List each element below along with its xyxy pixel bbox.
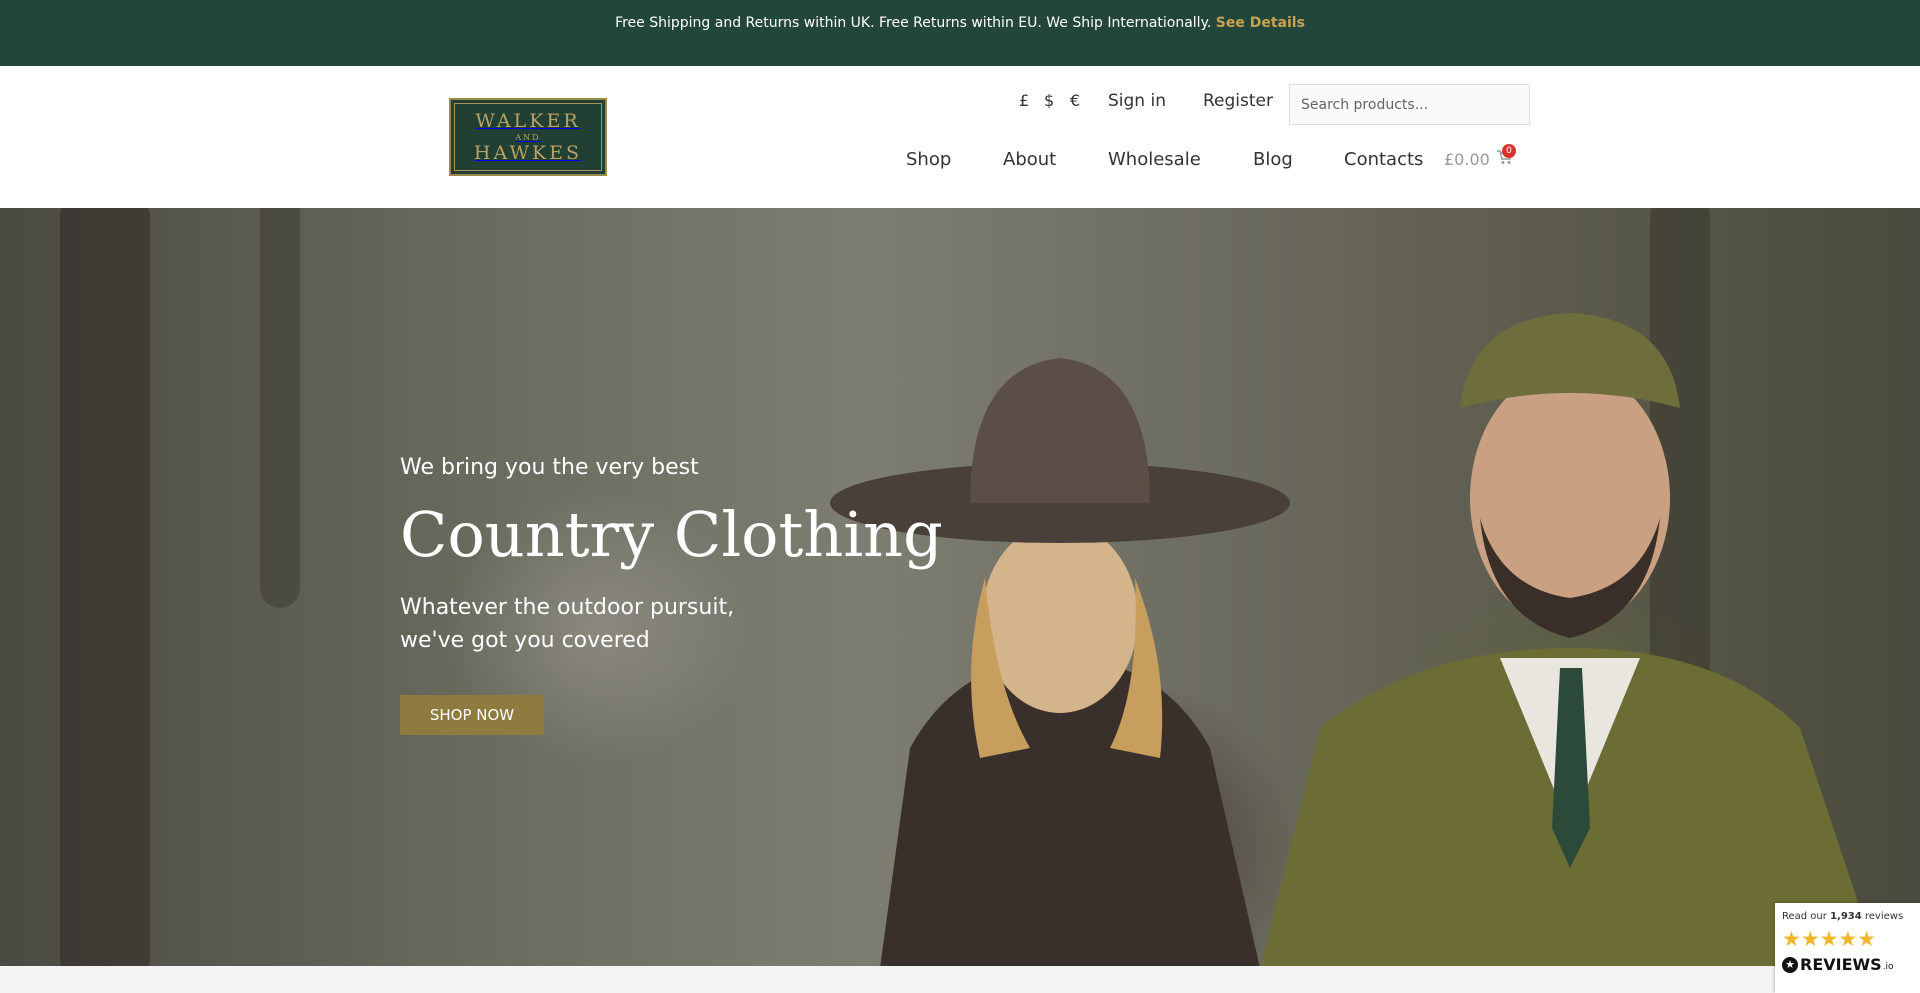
announcement-bar: Free Shipping and Returns within UK. Fre… [0,0,1920,66]
hero-tree [260,208,300,608]
reviews-count: 1,934 [1830,911,1862,922]
shop-now-button[interactable]: SHOP NOW [400,695,544,735]
logo-inner: WALKER AND HAWKES [454,103,602,171]
hero-description: Whatever the outdoor pursuit, we've got … [400,591,760,657]
site-header: WALKER AND HAWKES £ $ € Sign in Register… [0,66,1920,208]
nav-blog[interactable]: Blog [1253,149,1293,170]
hero-banner: We bring you the very best Country Cloth… [0,208,1920,966]
reviews-suffix: reviews [1864,911,1904,922]
currency-eur[interactable]: € [1070,91,1080,110]
logo-text-middle: AND [515,132,541,142]
sign-in-link[interactable]: Sign in [1108,91,1166,111]
register-link[interactable]: Register [1203,91,1273,111]
nav-contacts[interactable]: Contacts [1344,149,1423,170]
announcement-text: Free Shipping and Returns within UK. Fre… [615,15,1212,31]
hero-subtitle: We bring you the very best [400,455,699,480]
hero-tree [60,208,150,966]
nav-shop[interactable]: Shop [906,149,951,170]
hero-photo-man [1240,268,1880,966]
hero-description-line: we've got you covered [400,628,650,653]
cart-total: £0.00 [1444,150,1490,169]
star-badge-icon: ★ [1782,956,1798,973]
logo-text-bottom: HAWKES [473,141,583,164]
currency-gbp[interactable]: £ [1019,91,1029,110]
logo-text-top: WALKER [475,109,581,132]
hero-title: Country Clothing [400,498,943,571]
nav-wholesale[interactable]: Wholesale [1108,149,1201,170]
reviews-prefix: Read our [1782,911,1827,922]
reviews-widget[interactable]: Read our 1,934 reviews ★★★★★ ★ REVIEWS .… [1775,903,1920,993]
reviews-brand: REVIEWS [1800,955,1882,974]
reviews-io-logo: ★ REVIEWS .io [1782,955,1913,974]
reviews-count-line: Read our 1,934 reviews [1782,911,1913,922]
cart-button[interactable]: £0.00 0 [1444,144,1516,169]
currency-usd[interactable]: $ [1044,91,1054,110]
reviews-brand-suffix: .io [1882,961,1894,972]
nav-about[interactable]: About [1003,149,1056,170]
search-input[interactable] [1289,84,1530,125]
hero-description-line: Whatever the outdoor pursuit, [400,595,735,620]
cart-count-badge: 0 [1502,144,1516,158]
see-details-link[interactable]: See Details [1216,15,1305,31]
star-rating-icon: ★★★★★ [1782,927,1877,951]
logo[interactable]: WALKER AND HAWKES [449,98,607,176]
